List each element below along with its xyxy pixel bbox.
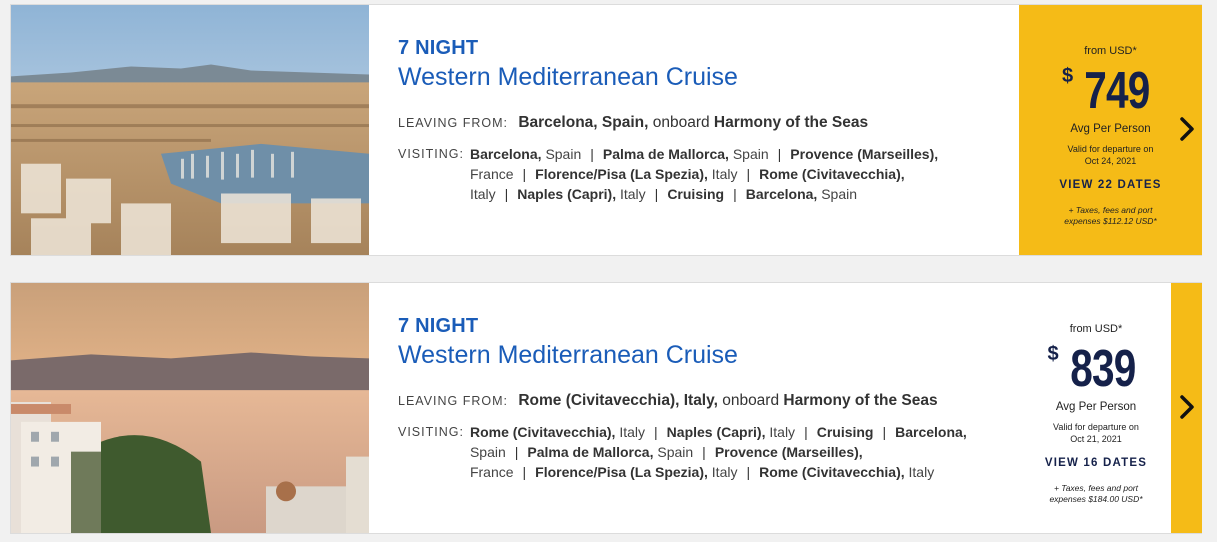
port-item: Naples (Capri), Italy: [666, 424, 796, 440]
chevron-right-icon[interactable]: [1177, 393, 1197, 421]
avg-per-person: Avg Per Person: [1055, 401, 1137, 413]
price-amount: $ 749: [1019, 63, 1202, 119]
ship-name: Harmony of the Seas: [783, 392, 938, 409]
from-label: from USD*: [1084, 45, 1137, 57]
ports-list: Rome (Civitavecchia), Italy | Naples (Capr…: [469, 424, 967, 480]
cruise-info: 7 NIGHT Western Mediterranean Cruise LEA…: [398, 37, 993, 204]
avg-per-person: Avg Per Person: [1070, 123, 1151, 135]
leaving-label: LEAVING FROM:: [398, 394, 509, 408]
nights-label: 7 NIGHT: [398, 315, 479, 337]
cruise-info: 7 NIGHT Western Mediterranean Cruise LEA…: [398, 315, 993, 482]
city-harbor-image: [11, 5, 369, 255]
port-item: Palma de Mallorca, Spain: [602, 146, 769, 162]
taxes-note: + Taxes, fees and port expenses $184.00 …: [1049, 483, 1143, 504]
cruise-title[interactable]: Western Mediterranean Cruise: [398, 341, 993, 370]
cruise-card-2[interactable]: 7 NIGHT Western Mediterranean Cruise LEA…: [10, 282, 1202, 534]
view-dates-link[interactable]: VIEW 22 DATES: [1019, 179, 1202, 191]
port-item: Florence/Pisa (La Spezia), Italy: [535, 166, 738, 182]
sunset-bay-image: [11, 283, 369, 533]
port-item: Naples (Capri), Italy: [517, 186, 646, 202]
departure-port: Rome (Civitavecchia), Italy,: [518, 392, 718, 409]
chevron-right-icon[interactable]: [1177, 115, 1197, 143]
price-value: 839: [1069, 340, 1136, 398]
port-item: Cruising: [816, 424, 874, 440]
leaving-from: LEAVING FROM: Barcelona, Spain, onboard …: [398, 114, 993, 132]
leaving-from: LEAVING FROM: Rome (Civitavecchia), Ital…: [398, 392, 993, 410]
port-item: Barcelona, Spain: [745, 186, 858, 202]
ship-name: Harmony of the Seas: [713, 114, 869, 131]
onboard-text: onboard: [652, 114, 710, 131]
view-dates-link[interactable]: VIEW 16 DATES: [1021, 457, 1171, 469]
onboard-text: onboard: [722, 392, 780, 409]
price-panel[interactable]: from USD* $ 839 Avg Per Person Valid for…: [1021, 283, 1171, 533]
port-item: Rome (Civitavecchia), Italy: [759, 464, 935, 480]
price-amount: $ 839: [1021, 341, 1171, 397]
visiting-ports: VISITING: Rome (Civitavecchia), Italy | Na…: [398, 422, 993, 482]
currency-symbol: $: [1062, 65, 1074, 87]
visiting-label: VISITING:: [398, 147, 464, 161]
taxes-note: + Taxes, fees and port expenses $112.12 …: [1064, 205, 1157, 226]
port-item: Rome (Civitavecchia), Italy: [469, 424, 646, 440]
cruise-card-1[interactable]: 7 NIGHT Western Mediterranean Cruise LEA…: [10, 4, 1202, 256]
nights-label: 7 NIGHT: [398, 37, 479, 59]
ports-list: Barcelona, Spain | Palma de Mallorca, Spai…: [469, 146, 939, 202]
cruise-photo-rome[interactable]: [11, 283, 369, 533]
visiting-label: VISITING:: [398, 425, 464, 439]
port-item: Florence/Pisa (La Spezia), Italy: [535, 464, 738, 480]
departure-port: Barcelona, Spain,: [518, 114, 649, 131]
port-item: Palma de Mallorca, Spain: [527, 444, 694, 460]
currency-symbol: $: [1047, 343, 1059, 365]
visiting-ports: VISITING: Barcelona, Spain | Palma de Mall…: [398, 144, 993, 204]
leaving-label: LEAVING FROM:: [398, 116, 509, 130]
from-label: from USD*: [1069, 323, 1123, 335]
price-value: 749: [1084, 62, 1150, 120]
valid-departure: Valid for departure on Oct 24, 2021: [1067, 144, 1154, 166]
cruise-photo-palma[interactable]: [11, 5, 369, 255]
cruise-title[interactable]: Western Mediterranean Cruise: [398, 63, 993, 92]
port-item: Barcelona, Spain: [469, 146, 582, 162]
price-panel[interactable]: from USD* $ 749 Avg Per Person Valid for…: [1019, 5, 1202, 255]
port-item: Cruising: [667, 186, 725, 202]
valid-departure: Valid for departure on Oct 21, 2021: [1053, 422, 1139, 444]
